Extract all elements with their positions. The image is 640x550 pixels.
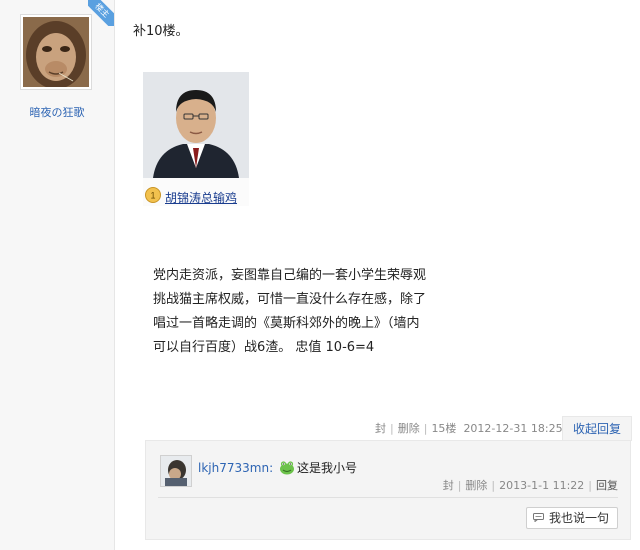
sub-block-link[interactable]: 封 [443,479,454,492]
floor-number: 15楼 [431,422,457,435]
speech-bubble-icon [532,513,544,522]
sub-reply-avatar[interactable] [160,455,192,487]
post-timestamp: 2012-12-31 18:25 [463,422,563,435]
post-body-text: 党内走资派，妄图靠自己编的一套小学生荣辱观 挑战猫主席权威，可惜一直没什么存在感… [153,264,443,360]
sub-delete-link[interactable]: 删除 [465,479,487,492]
post-content-column: 补10楼。 1 胡锦涛总输鸡 党内走资派，妄图靠自己编的一套小学生荣辱观 挑战猫… [115,0,640,550]
sub-reply-meta: 封 | 删除 | 2013-1-1 11:22 | 回复 [443,477,618,493]
delete-link[interactable]: 删除 [398,422,420,435]
add-comment-label: 我也说一句 [548,511,609,525]
separator: | [588,479,592,492]
embedded-image-card: 1 胡锦涛总输鸡 [143,72,249,206]
frog-emoticon-icon [279,461,294,475]
separator: | [423,422,428,435]
sub-reply-button[interactable]: 回复 [596,479,618,492]
sub-reply-panel: lkjh7733mn: 这是我小号 封 | 删除 | 2013-1-1 11:22 | 回复 [145,440,631,540]
author-avatar[interactable] [20,14,92,90]
body-line: 党内走资派，妄图靠自己编的一套小学生荣辱观 [153,268,427,283]
post-opening-text: 补10楼。 [133,24,189,39]
author-name-link[interactable]: 暗夜の狂歌 [0,104,114,120]
op-badge-label: 楼主 [88,0,114,26]
add-comment-button[interactable]: 我也说一句 [525,507,618,529]
sub-reply-timestamp: 2013-1-1 11:22 [499,479,585,492]
separator: | [390,422,394,435]
chimp-avatar-image [23,17,89,87]
sub-reply-line: lkjh7733mn: 这是我小号 [198,459,357,476]
portrait-photo [143,72,249,178]
separator: | [491,479,496,492]
op-badge: 楼主 [88,0,114,26]
sub-reply-content: 这是我小号 [296,461,357,475]
svg-text:1: 1 [150,191,155,201]
sub-reply-username[interactable]: lkjh7733mn [198,461,269,475]
sub-reply-colon: : [269,461,274,475]
body-line: 唱过一首略走调的《莫斯科郊外的晚上》（墙内 [153,316,420,331]
post-meta-bar: 封 | 删除 | 15楼 2012-12-31 18:25 [375,420,565,436]
body-line: 可以自行百度）战6渣。 忠值 10-6=4 [153,340,375,355]
rank-row: 1 胡锦涛总输鸡 [143,186,283,206]
author-column: 楼主 暗夜の狂歌 [0,0,115,550]
sub-reply-divider [158,497,618,498]
block-link[interactable]: 封 [375,422,386,435]
separator: | [457,479,462,492]
rank-medal-icon: 1 [145,187,161,203]
portrait-caption-link[interactable]: 胡锦涛总输鸡 [165,189,237,206]
body-line: 挑战猫主席权威，可惜一直没什么存在感，除了 [153,292,427,307]
collapse-replies-button[interactable]: 收起回复 [562,416,632,441]
